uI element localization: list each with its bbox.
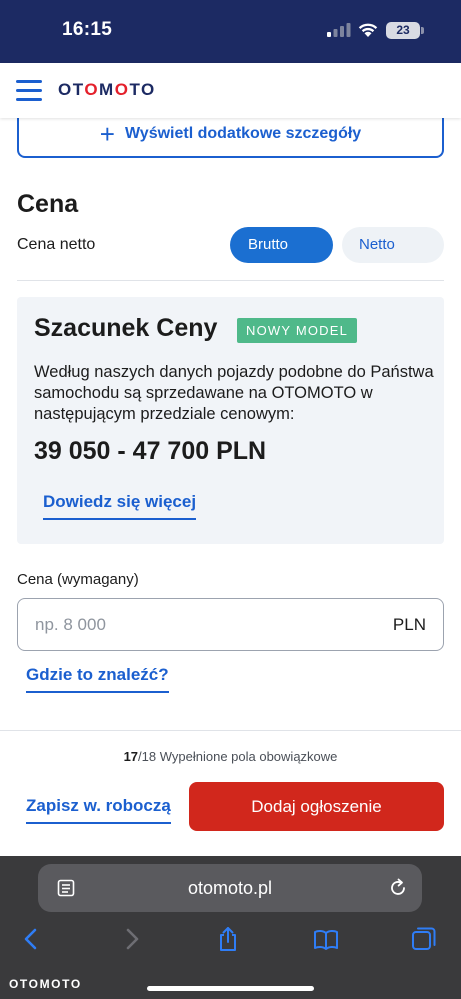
add-listing-button[interactable]: Dodaj ogłoszenie xyxy=(189,782,444,831)
wifi-icon xyxy=(358,23,378,37)
battery-indicator: 23 xyxy=(386,22,420,39)
bottom-action-bar: 17/18 Wypełnione pola obowiązkowe Zapisz… xyxy=(0,730,461,856)
price-field[interactable]: PLN xyxy=(17,598,444,651)
address-bar[interactable]: otomoto.pl xyxy=(38,864,422,912)
required-fields-progress: 17/18 Wypełnione pola obowiązkowe xyxy=(123,749,338,764)
status-bar: 16:15 23 xyxy=(0,0,461,63)
status-time: 16:15 xyxy=(62,19,113,40)
reload-icon[interactable] xyxy=(388,878,408,898)
home-indicator xyxy=(147,986,314,991)
save-draft-link[interactable]: Zapisz w. roboczą xyxy=(26,796,171,824)
tabs-icon[interactable] xyxy=(411,926,437,952)
toggle-netto[interactable]: Netto xyxy=(342,227,444,263)
estimate-description: Według naszych danych pojazdy podobne do… xyxy=(34,363,434,423)
price-estimate-card: Szacunek Ceny NOWY MODEL Według naszych … xyxy=(17,297,444,544)
learn-more-link[interactable]: Dowiedz się więcej xyxy=(43,492,197,520)
bookmarks-icon[interactable] xyxy=(313,926,339,952)
url-text: otomoto.pl xyxy=(187,878,273,898)
toggle-brutto[interactable]: Brutto xyxy=(230,227,333,263)
back-icon[interactable] xyxy=(19,926,45,952)
price-input-label: Cena (wymagany) xyxy=(17,571,139,588)
estimate-title: Szacunek Ceny xyxy=(34,314,218,342)
app-header: OTOMOTO xyxy=(0,63,461,118)
plus-icon: + xyxy=(99,119,115,149)
net-price-label: Cena netto xyxy=(17,236,96,253)
forward-icon[interactable] xyxy=(118,926,144,952)
cellular-signal-icon xyxy=(327,23,351,37)
price-input[interactable] xyxy=(35,599,365,650)
estimate-price-range: 39 050 - 47 700 PLN xyxy=(34,437,267,465)
divider xyxy=(17,280,444,281)
otomoto-watermark: OTOMOTO xyxy=(9,977,82,991)
battery-cap xyxy=(421,27,424,34)
menu-icon[interactable] xyxy=(16,80,42,102)
show-more-details-label: Wyświetl dodatkowe szczegóły xyxy=(124,125,362,142)
share-icon[interactable] xyxy=(215,926,241,952)
new-model-badge: NOWY MODEL xyxy=(237,318,358,343)
where-to-find-link[interactable]: Gdzie to znaleźć? xyxy=(26,665,169,693)
browser-toolbar: otomoto.pl OTOMOTO xyxy=(0,856,461,999)
currency-unit: PLN xyxy=(392,615,426,634)
otomoto-logo[interactable]: OTOMOTO xyxy=(58,80,156,100)
price-section-title: Cena xyxy=(17,190,79,218)
